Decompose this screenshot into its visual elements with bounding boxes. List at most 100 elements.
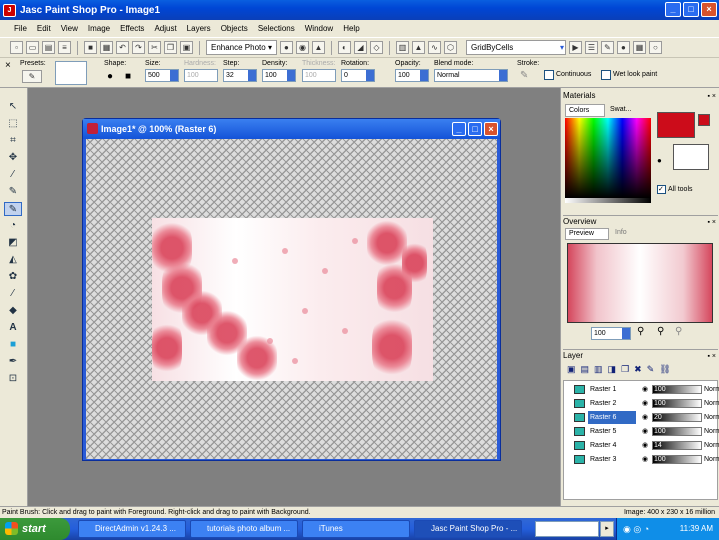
duplicate-layer-icon[interactable]: ❐ — [621, 364, 629, 378]
opacity-field[interactable]: 100 — [395, 69, 429, 82]
menu-image[interactable]: Image — [88, 24, 110, 33]
minimize-button[interactable]: _ — [665, 2, 681, 17]
script-edit-icon[interactable]: ✎ — [600, 41, 614, 54]
canvas[interactable] — [86, 139, 497, 459]
redo-icon[interactable]: ↷ — [132, 41, 145, 54]
selection-tool-icon[interactable]: ⬚ — [4, 117, 22, 131]
flood-fill-tool-icon[interactable]: ◩ — [4, 236, 22, 250]
new-adjustment-layer-icon[interactable]: ◨ — [608, 364, 617, 378]
layer-blend-mode[interactable]: Norm — [704, 411, 719, 424]
overview-thumbnail[interactable] — [567, 243, 713, 323]
print-icon[interactable]: ▦ — [100, 41, 113, 54]
brush-preview[interactable] — [55, 61, 87, 85]
menu-effects[interactable]: Effects — [120, 24, 144, 33]
script-icon[interactable]: ☰ — [584, 41, 598, 54]
round-shape-icon[interactable]: ● — [107, 71, 113, 82]
layer-row[interactable]: Raster 1 ◉ 100 Norm — [566, 383, 719, 396]
stop-icon[interactable]: ○ — [648, 41, 662, 54]
image-maximize-button[interactable]: □ — [468, 122, 482, 136]
layer-visibility-icon[interactable]: ◉ — [642, 411, 648, 424]
red-eye-icon[interactable]: ◉ — [295, 41, 309, 54]
one-step-fix-icon[interactable]: ● — [279, 41, 293, 54]
layer-blend-mode[interactable]: Norm — [704, 397, 719, 410]
enhance-photo-button[interactable]: Enhance Photo ▾ — [206, 40, 277, 55]
materials-header[interactable]: Materials ▪ × — [563, 90, 718, 102]
menu-objects[interactable]: Objects — [221, 24, 248, 33]
menu-window[interactable]: Window — [305, 24, 333, 33]
layer-row[interactable]: Raster 6 ◉ 20 Norm — [566, 411, 719, 424]
wet-look-checkbox[interactable] — [601, 70, 611, 80]
task-paint-shop-pro[interactable]: Jasc Paint Shop Pro - ... — [414, 520, 522, 538]
layer-blend-mode[interactable]: Norm — [704, 439, 719, 452]
text-tool-icon[interactable]: A — [4, 321, 22, 335]
start-button[interactable]: start — [0, 518, 70, 540]
grid-icon[interactable]: ▦ — [632, 41, 646, 54]
clone-tool-icon[interactable]: ✎ — [4, 185, 22, 199]
square-shape-icon[interactable]: ■ — [125, 71, 131, 82]
layer-row[interactable]: Raster 2 ◉ 100 Norm — [566, 397, 719, 410]
record-icon[interactable]: ● — [616, 41, 630, 54]
menu-view[interactable]: View — [61, 24, 78, 33]
grayscale-bar[interactable] — [565, 198, 651, 203]
layer-row[interactable]: Raster 3 ◉ 100 Norm — [566, 453, 719, 466]
layer-properties-icon[interactable]: ✎ — [647, 364, 655, 378]
layer-visibility-icon[interactable]: ◉ — [642, 383, 648, 396]
layers-close-icon[interactable]: ▪ × — [707, 351, 716, 363]
color-replacer-tool-icon[interactable]: ⁄ — [4, 287, 22, 301]
overview-zoom-field[interactable]: 100 — [591, 327, 631, 340]
all-tools-checkbox[interactable]: ✓ — [657, 185, 666, 194]
paint-brush-tool-icon[interactable]: ✎ — [4, 202, 22, 216]
materials-close-icon[interactable]: ▪ × — [707, 91, 716, 103]
undo-icon[interactable]: ↶ — [116, 41, 129, 54]
layer-name[interactable]: Raster 3 — [588, 453, 636, 466]
layer-blend-mode[interactable]: Norm — [704, 453, 719, 466]
crop-tool-icon[interactable]: ⌗ — [4, 134, 22, 148]
swap-colors-icon[interactable]: ● — [657, 156, 667, 166]
pen-tool-icon[interactable]: ✒ — [4, 355, 22, 369]
layer-row[interactable]: Raster 4 ◉ 14 Norm — [566, 439, 719, 452]
tab-preview[interactable]: Preview — [565, 228, 609, 240]
taskbar-search-input[interactable] — [535, 521, 599, 537]
pan-tool-icon[interactable]: ↖ — [4, 100, 22, 114]
picture-tube-tool-icon[interactable]: ✿ — [4, 270, 22, 284]
taskbar-search-button[interactable]: ▸ — [600, 521, 614, 537]
sharpen-icon[interactable]: ◇ — [369, 41, 383, 54]
presets-icon[interactable]: ✎ — [22, 70, 42, 83]
play-icon[interactable]: ▶ — [568, 41, 582, 54]
paste-icon[interactable]: ▣ — [180, 41, 193, 54]
layer-link-icon[interactable]: ⛓ — [659, 364, 670, 378]
task-tutorials[interactable]: tutorials photo album ... — [190, 520, 298, 538]
overview-header[interactable]: Overview ▪ × — [563, 215, 718, 227]
layer-visibility-icon[interactable]: ◉ — [642, 439, 648, 452]
image-close-button[interactable]: × — [484, 122, 498, 136]
stroke-icon[interactable]: ✎ — [520, 70, 528, 81]
new-mask-layer-icon[interactable]: ▥ — [594, 364, 603, 378]
image-window[interactable]: Image1* @ 100% (Raster 6) _ □ × — [82, 118, 501, 461]
save-icon[interactable]: ■ — [84, 41, 97, 54]
tab-colors[interactable]: Colors — [565, 104, 605, 117]
cut-icon[interactable]: ✂ — [148, 41, 161, 54]
rotation-field[interactable]: 0 — [341, 69, 375, 82]
image-minimize-button[interactable]: _ — [452, 122, 466, 136]
new-raster-layer-icon[interactable]: ▣ — [567, 364, 576, 378]
foreground-mini-swatch[interactable] — [698, 114, 710, 126]
menu-help[interactable]: Help — [343, 24, 359, 33]
layer-name[interactable]: Raster 1 — [588, 383, 636, 396]
cherry-blossom-image[interactable] — [152, 218, 433, 381]
eraser-tool-icon[interactable]: ◭ — [4, 253, 22, 267]
dropper-tool-icon[interactable]: ⁄ — [4, 168, 22, 182]
layer-name[interactable]: Raster 6 — [588, 411, 636, 424]
photo-fix-icon[interactable]: ▲ — [311, 41, 325, 54]
scan-icon[interactable]: ≡ — [58, 41, 71, 54]
close-options-icon[interactable]: × — [5, 60, 11, 71]
app-title-bar[interactable]: J Jasc Paint Shop Pro - Image1 _ □ × — [0, 0, 719, 20]
open-icon[interactable]: ▭ — [26, 41, 39, 54]
zoom-actual-icon[interactable]: ⚲ — [675, 326, 682, 337]
levels-icon[interactable]: ▲ — [411, 41, 425, 54]
thickness-field[interactable]: 100 — [302, 69, 336, 82]
grid-select[interactable]: GridByCells ▾ — [465, 40, 566, 55]
histogram-icon[interactable]: ▥ — [395, 41, 409, 54]
copy-icon[interactable]: ❐ — [164, 41, 177, 54]
move-tool-icon[interactable]: ✥ — [4, 151, 22, 165]
layer-name[interactable]: Raster 2 — [588, 397, 636, 410]
